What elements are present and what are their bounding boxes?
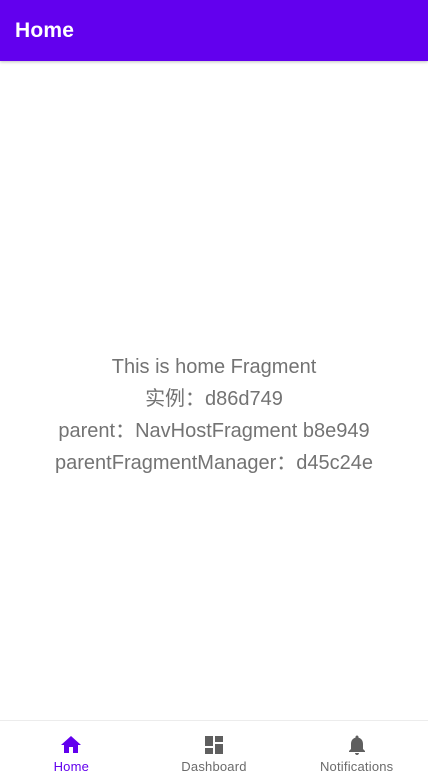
parent-fragment-manager-text: parentFragmentManager：d45c24e xyxy=(55,451,373,474)
nav-item-notifications[interactable]: Notifications xyxy=(285,721,428,783)
dashboard-icon xyxy=(205,736,223,754)
instance-text: 实例：d86d749 xyxy=(145,387,283,410)
bottom-navigation: Home Dashboard Notifications xyxy=(0,720,428,783)
app-bar-title: Home xyxy=(15,18,75,42)
home-icon xyxy=(61,736,82,753)
nav-item-notifications-label: Notifications xyxy=(319,759,394,774)
bell-icon xyxy=(348,735,365,755)
main-content: This is home Fragment 实例：d86d749 parent：… xyxy=(0,61,428,721)
fragment-info: This is home Fragment 实例：d86d749 parent：… xyxy=(55,351,373,479)
nav-item-home[interactable]: Home xyxy=(0,721,143,783)
app-bar: Home xyxy=(0,0,428,61)
parent-text: parent：NavHostFragment b8e949 xyxy=(58,419,370,442)
nav-item-dashboard[interactable]: Dashboard xyxy=(143,721,286,783)
fragment-title-text: This is home Fragment xyxy=(111,355,317,378)
nav-item-dashboard-label: Dashboard xyxy=(181,759,247,774)
nav-item-home-label: Home xyxy=(53,759,90,774)
